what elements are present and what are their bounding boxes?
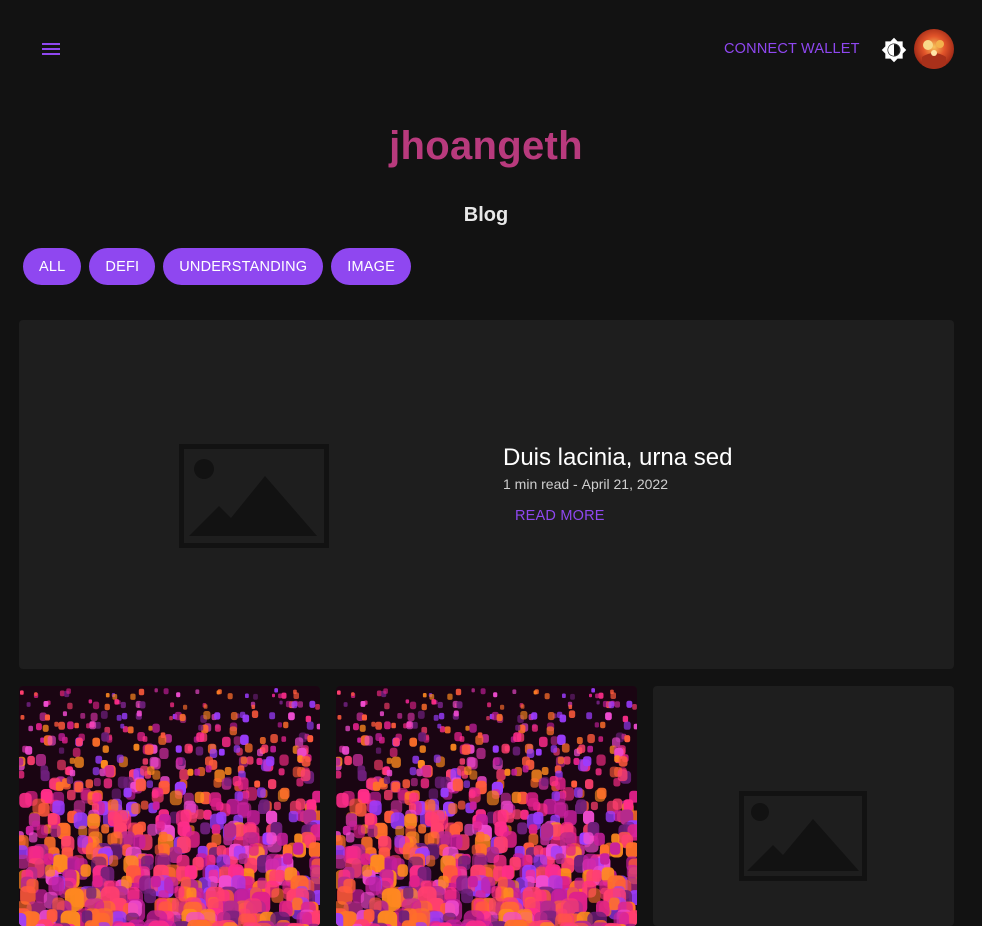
lanterns-photo bbox=[19, 686, 320, 926]
post-date: April 21, 2022 bbox=[582, 476, 668, 492]
filter-chip-all[interactable]: ALL bbox=[23, 248, 81, 285]
featured-post-title[interactable]: Duis lacinia, urna sed bbox=[503, 444, 732, 472]
post-card[interactable] bbox=[336, 686, 637, 926]
image-placeholder-icon bbox=[179, 444, 329, 553]
brightness-toggle-icon bbox=[881, 37, 907, 63]
filter-chip-image[interactable]: IMAGE bbox=[331, 248, 411, 285]
filter-chip-understanding[interactable]: UNDERSTANDING bbox=[163, 248, 323, 285]
read-time: 1 min read bbox=[503, 476, 569, 492]
hamburger-menu-icon bbox=[41, 42, 61, 56]
menu-button[interactable] bbox=[35, 33, 67, 65]
post-card[interactable] bbox=[653, 686, 954, 926]
read-more-button[interactable]: READ MORE bbox=[507, 502, 613, 530]
app-bar: CONNECT WALLET bbox=[0, 0, 982, 96]
lanterns-photo bbox=[336, 686, 637, 926]
post-card[interactable] bbox=[19, 686, 320, 926]
featured-post-meta: 1 min read - April 21, 2022 bbox=[503, 476, 668, 492]
user-avatar[interactable] bbox=[914, 29, 954, 69]
site-title: jhoangeth bbox=[0, 124, 972, 169]
connect-wallet-button[interactable]: CONNECT WALLET bbox=[716, 34, 868, 64]
theme-toggle-button[interactable] bbox=[880, 36, 908, 64]
filter-chip-defi[interactable]: DEFI bbox=[89, 248, 155, 285]
image-placeholder-icon bbox=[739, 791, 867, 886]
featured-post-card[interactable]: Duis lacinia, urna sed 1 min read - Apri… bbox=[19, 320, 954, 669]
blog-heading: Blog bbox=[0, 204, 972, 227]
category-filters: ALL DEFI UNDERSTANDING IMAGE bbox=[23, 248, 411, 285]
avatar-image bbox=[914, 29, 954, 69]
meta-separator: - bbox=[569, 476, 581, 492]
